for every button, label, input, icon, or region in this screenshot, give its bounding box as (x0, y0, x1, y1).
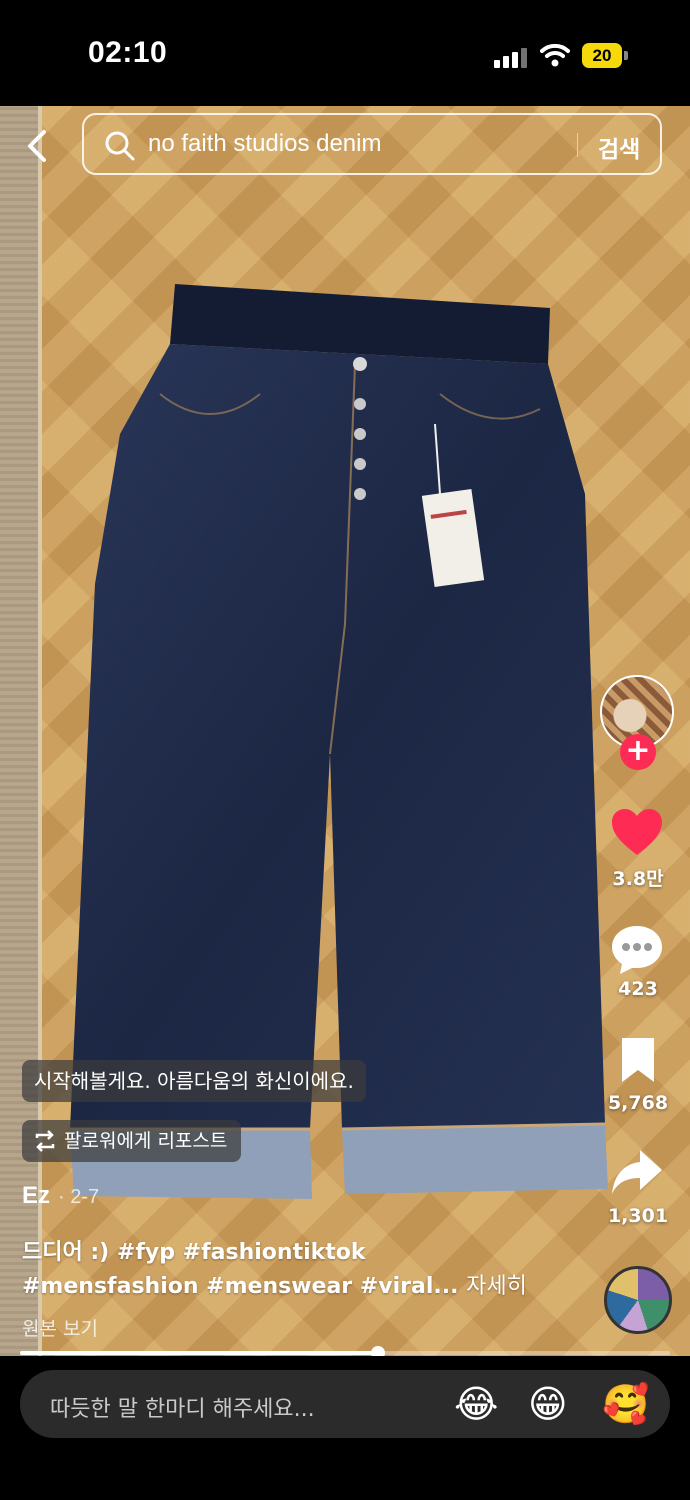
search-button[interactable]: 검색 (598, 130, 640, 164)
wifi-icon (540, 43, 570, 67)
share-icon[interactable] (610, 1148, 664, 1198)
repost-label: 팔로워에게 리포스트 (64, 1130, 228, 1152)
view-original-link[interactable]: 원본 보기 (22, 1314, 98, 1341)
comment-bar: 따듯한 말 한마디 해주세요... 😂 😁 🥰 (0, 1356, 690, 1500)
comment-placeholder: 따듯한 말 한마디 해주세요... (50, 1397, 315, 1422)
share-count: 1,301 (607, 1205, 669, 1227)
post-date: · 2-7 (58, 1186, 100, 1208)
progress-bar[interactable] (20, 1346, 670, 1360)
signal-icon (494, 46, 528, 68)
description-line-1[interactable]: 드디어 :) #fyp #fashiontiktok (22, 1234, 366, 1266)
back-button[interactable] (22, 126, 54, 166)
repost-icon (35, 1130, 55, 1152)
emoji-love-icon[interactable]: 🥰 (602, 1382, 649, 1426)
battery-icon: 20 (582, 43, 628, 68)
save-count: 5,768 (607, 1092, 669, 1114)
emoji-grin-icon[interactable]: 😁 (528, 1382, 568, 1426)
emoji-laugh-icon[interactable]: 😂 (454, 1382, 498, 1426)
search-divider (577, 133, 578, 157)
comment-count: 423 (618, 978, 658, 1000)
bookmark-icon[interactable] (618, 1036, 658, 1084)
description-line-2[interactable]: #mensfashion #menswear #viral... 자세히 (22, 1268, 527, 1300)
progress-fill (20, 1351, 378, 1355)
rug-edge (0, 106, 42, 1356)
status-bar: 02:10 20 (0, 0, 690, 106)
description-text: #mensfashion #menswear #viral... (22, 1274, 459, 1299)
music-disc[interactable] (604, 1266, 672, 1334)
more-link[interactable]: 자세히 (466, 1274, 527, 1299)
like-count: 3.8만 (612, 868, 664, 890)
search-icon (105, 131, 135, 161)
comment-icon[interactable] (610, 924, 664, 976)
battery-level: 20 (582, 43, 622, 68)
comment-input[interactable]: 따듯한 말 한마디 해주세요... 😂 😁 🥰 (20, 1370, 670, 1438)
search-bar[interactable]: no faith studios denim 검색 (82, 113, 662, 175)
status-time: 02:10 (88, 36, 168, 69)
video-player[interactable] (0, 106, 690, 1356)
repost-button[interactable]: 팔로워에게 리포스트 (22, 1120, 242, 1162)
search-input[interactable]: no faith studios denim (148, 130, 381, 158)
author-name[interactable]: Ez (22, 1182, 50, 1210)
caption-overlay: 시작해볼게요. 아름다움의 화신이에요. (22, 1060, 366, 1102)
heart-icon[interactable] (610, 808, 664, 858)
follow-plus-icon[interactable]: + (620, 734, 656, 770)
